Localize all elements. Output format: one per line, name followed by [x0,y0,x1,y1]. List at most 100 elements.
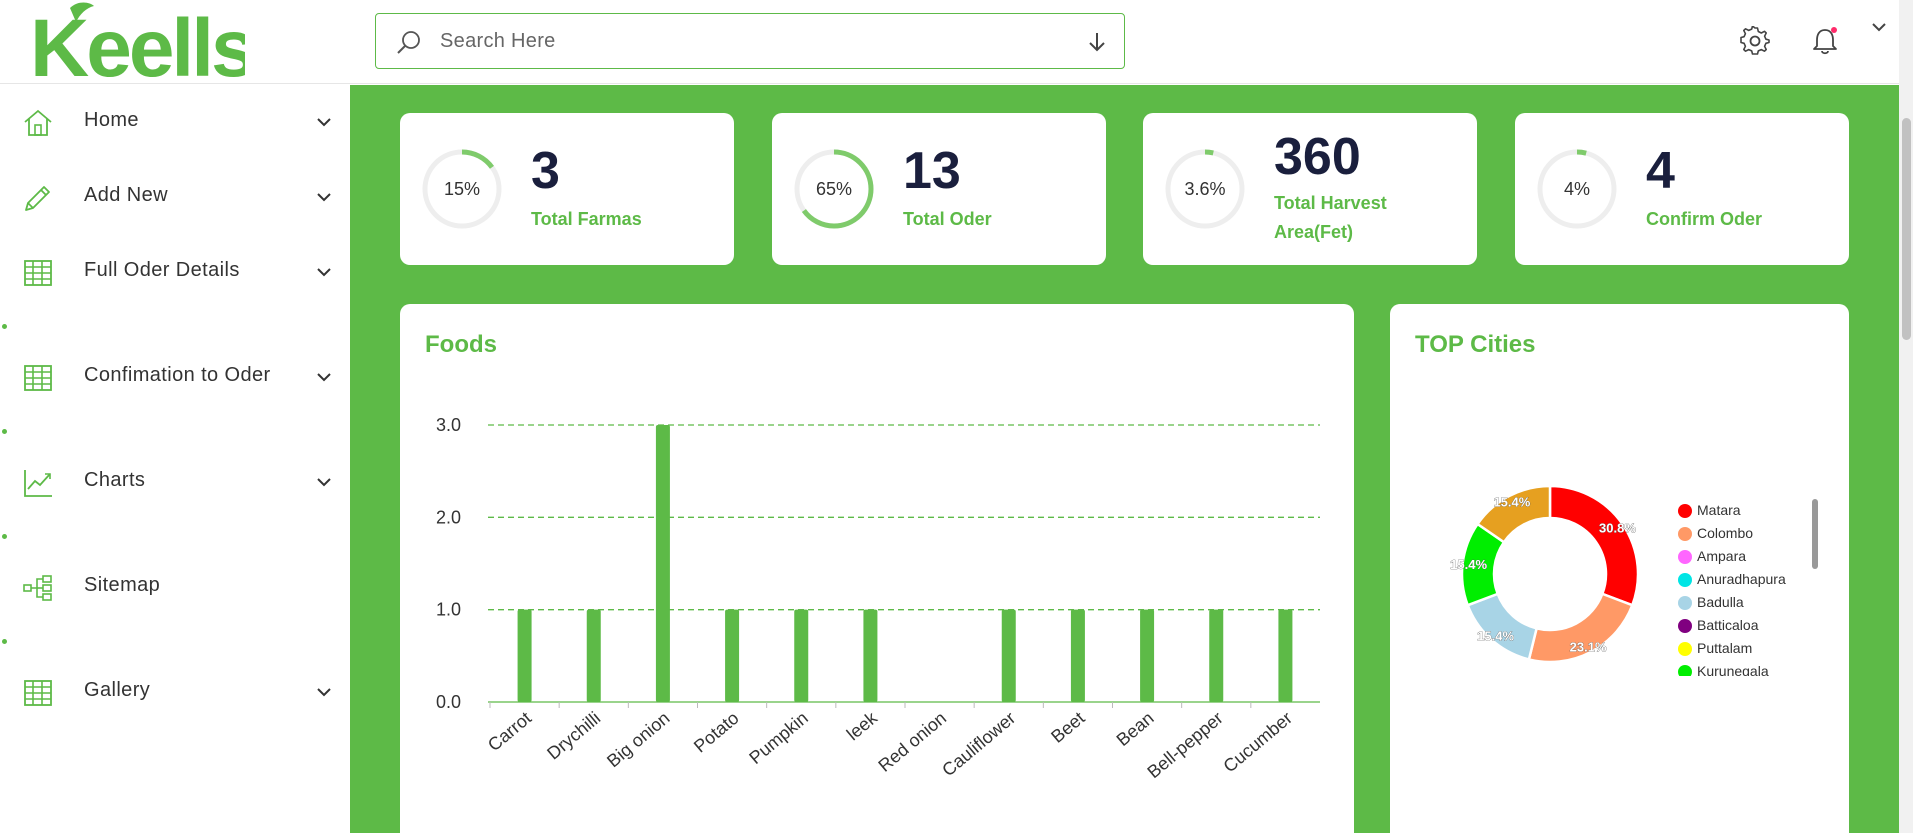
top-bar: Keells Search Here [0,0,1913,84]
download-arrow-icon[interactable] [1086,30,1108,54]
bullet-dot [2,429,7,434]
chevron-down-icon[interactable] [316,266,332,278]
bullet-dot [2,534,7,539]
stat-value: 13 [903,142,961,200]
sidebar-item-gallery[interactable]: Gallery [0,662,350,722]
chevron-down-icon[interactable] [316,476,332,488]
logo-text: Keells [30,3,245,80]
gear-icon[interactable] [1740,26,1770,56]
table-icon [24,260,52,286]
stat-card-farms: 15% 3 Total Farmas [400,113,734,265]
sidebar-item-label: Charts [84,469,146,491]
chart-line-icon [24,470,52,497]
slice-label: 15.4% [1450,557,1487,572]
legend-scrollbar[interactable] [1812,499,1818,569]
stat-card-confirm-orders: 4% 4 Confirm Oder [1515,113,1849,265]
bar [517,609,532,702]
donut-slice [1466,592,1539,661]
bullet-dot [2,324,7,329]
legend-swatch [1678,619,1692,633]
bar [1209,609,1224,702]
x-tick-label: Bean [1113,708,1158,750]
sidebar-item-confimation-to-oder[interactable]: Confimation to Oder [0,347,350,407]
search-input[interactable]: Search Here [440,30,556,53]
legend-swatch [1678,642,1692,656]
card-title: TOP Cities [1415,331,1536,358]
y-tick-label: 1.0 [436,600,461,620]
bar [1140,609,1155,702]
sidebar-item-home[interactable]: Home [0,92,350,152]
sidebar-item-add-new[interactable]: Add New [0,167,350,227]
stat-value: 360 [1274,128,1361,186]
bar [863,609,878,702]
sidebar-item-label: Home [84,109,139,131]
progress-percent: 65% [815,179,853,199]
x-tick-label: Cucumber [1220,708,1296,777]
x-tick-label: Beet [1047,708,1088,747]
bar [586,609,601,702]
legend-swatch [1678,527,1692,541]
progress-percent: 3.6% [1184,179,1226,199]
donut-slice [1548,484,1640,607]
stat-value: 4 [1646,142,1675,200]
bell-icon[interactable] [1810,26,1840,56]
search-icon [397,31,420,54]
chevron-down-icon[interactable] [316,371,332,383]
sidebar-item-charts[interactable]: Charts [0,452,350,512]
slice-label: 30.8% [1599,520,1636,535]
sidebar-item-full-oder-details[interactable]: Full Oder Details [0,242,350,302]
legend-swatch [1678,504,1692,518]
foods-card: Foods 0.0 1.0 2.0 3.0 Carrot Drychilli Big oni… [400,304,1354,833]
stat-label: Total Harvest Area(Fet) [1274,193,1387,242]
slice-label: 15.4% [1493,494,1530,509]
x-tick-label: Big onion [603,708,673,772]
chevron-down-icon[interactable] [1870,20,1888,34]
chart-legend[interactable]: Matara Colombo Ampara Anuradhapura Badulla Ba… [1678,499,1798,676]
legend-label: Kurunegala [1697,663,1769,676]
legend-label: Colombo [1697,525,1754,541]
chevron-down-icon[interactable] [316,686,332,698]
page-scrollbar-thumb[interactable] [1902,118,1911,340]
legend-swatch [1678,573,1692,587]
legend-swatch [1678,665,1692,676]
sidebar: Home Add New Full Oder Details Confimati… [0,85,350,833]
chevron-down-icon[interactable] [316,116,332,128]
top-cities-card: TOP Cities 30.8% 23.1% 15.4% 15.4% 15.4% Mat… [1390,304,1849,833]
cities-donut-chart: 30.8% 23.1% 15.4% 15.4% 15.4% [1450,484,1640,664]
x-tick-label: Bell-pepper [1143,708,1226,782]
stat-label: Total Farmas [531,209,642,229]
x-tick-label: Cauliflower [938,708,1019,781]
search-box[interactable]: Search Here [375,13,1125,69]
sidebar-item-sitemap[interactable]: Sitemap [0,557,350,617]
stat-card-orders: 65% 13 Total Oder [772,113,1106,265]
keells-logo[interactable]: Keells [30,2,245,80]
stat-label: Confirm Oder [1646,209,1763,229]
x-tick-label: Carrot [484,708,535,755]
bar [1278,609,1293,702]
legend-label: Matara [1697,502,1741,518]
bar [655,425,670,702]
y-tick-label: 0.0 [436,692,461,712]
bar [1001,609,1016,702]
legend-swatch [1678,550,1692,564]
sitemap-icon [23,575,52,601]
home-icon [24,109,52,136]
bar [1070,609,1085,702]
progress-percent: 4% [1563,179,1590,199]
table-icon [24,680,52,706]
y-tick-label: 3.0 [436,415,461,435]
legend-swatch [1678,596,1692,610]
legend-label: Ampara [1697,548,1747,564]
bar [725,609,740,702]
y-tick-label: 2.0 [436,507,461,527]
bullet-dot [2,639,7,644]
slice-label: 23.1% [1570,640,1607,655]
slice-label: 15.4% [1477,628,1514,643]
progress-percent: 15% [443,179,481,199]
table-icon [24,365,52,391]
legend-label: Badulla [1697,594,1744,610]
chevron-down-icon[interactable] [316,191,332,203]
stat-label: Total Oder [903,209,992,229]
pencil-icon [25,186,50,211]
foods-bar-chart: 0.0 1.0 2.0 3.0 Carrot DrychilliBig onion Pota… [436,415,1320,782]
